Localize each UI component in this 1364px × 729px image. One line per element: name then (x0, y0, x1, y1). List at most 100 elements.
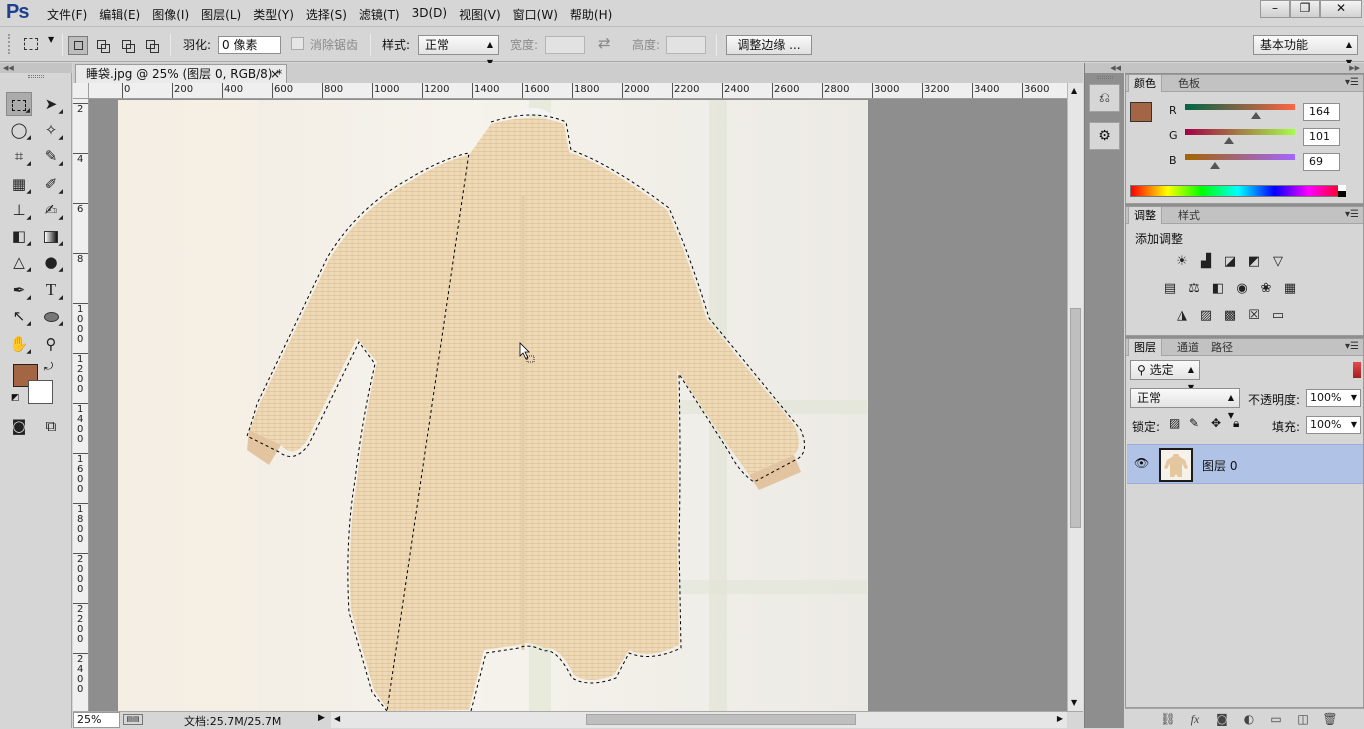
height-input[interactable] (666, 36, 706, 54)
rectangular-marquee-tool[interactable]: ◢ (6, 92, 32, 116)
screen-mode-button[interactable]: ⧉ (38, 414, 64, 438)
adjustment-layer-icon[interactable]: ◐ (1240, 711, 1258, 727)
document-tab[interactable]: 睡袋.jpg @ 25% (图层 0, RGB/8) * × (75, 64, 287, 83)
blur-tool[interactable]: △ ◢ (6, 250, 32, 274)
eraser-tool[interactable]: ◧ ◢ (6, 224, 32, 248)
blend-mode-select[interactable]: 正常 ▲ ▼ (1130, 388, 1240, 420)
chevron-down-icon[interactable]: ▼ (1351, 417, 1357, 433)
horizontal-scrollbar[interactable]: ◀ ▶ (331, 712, 1067, 728)
properties-panel-button[interactable]: ⚙ (1089, 122, 1120, 150)
posterize-icon[interactable]: ▨ (1197, 307, 1215, 325)
type-tool[interactable]: T ◢ (38, 278, 64, 302)
hue-saturation-icon[interactable]: ▤ (1161, 280, 1179, 298)
gradient-tool[interactable]: ◢ (38, 224, 64, 248)
spectrum-black-swatch[interactable] (1338, 191, 1346, 197)
ellipse-tool[interactable]: ◢ (38, 304, 64, 328)
vertical-ruler[interactable]: 2 4 6 8 1 0 0 0 1 2 0 0 1 4 0 0 1 6 0 0 1 8 0 0 2… (73, 99, 89, 711)
ruler-origin[interactable] (73, 83, 89, 99)
green-slider-knob[interactable] (1223, 137, 1234, 144)
feather-input[interactable]: 0 像素 (218, 36, 281, 54)
restore-button[interactable]: ❐ (1290, 0, 1320, 18)
horizontal-ruler[interactable]: 0 200 400 600 800 1000 1200 1400 1600 1800 2000 220… (89, 83, 1067, 99)
menu-edit[interactable]: 编辑(E) (94, 6, 145, 23)
lasso-tool[interactable]: ◯ ◢ (6, 118, 32, 142)
chevron-down-icon[interactable]: ▼ (1351, 390, 1357, 406)
vibrance-icon[interactable]: ▽ (1269, 253, 1287, 271)
selective-color-icon[interactable]: ☒ (1245, 307, 1263, 325)
canvas-viewport[interactable] (89, 100, 1067, 711)
menu-view[interactable]: 视图(V) (454, 6, 506, 23)
invert-icon[interactable]: ◮ (1173, 307, 1191, 325)
lock-position-icon[interactable]: ✥ (1211, 416, 1221, 430)
brightness-contrast-icon[interactable]: ☀ (1173, 253, 1191, 271)
scroll-down-icon[interactable]: ▼ (1071, 698, 1077, 707)
tab-layers[interactable]: 图层 (1128, 339, 1162, 356)
menu-help[interactable]: 帮助(H) (565, 6, 617, 23)
intersect-selection-button[interactable] (142, 36, 162, 55)
red-slider-knob[interactable] (1250, 112, 1261, 119)
minimize-button[interactable]: – (1260, 0, 1290, 18)
new-layer-icon[interactable]: ◫ (1294, 711, 1312, 727)
history-panel-button[interactable]: ⎌ (1089, 84, 1120, 112)
tab-styles[interactable]: 样式 (1173, 207, 1205, 224)
scroll-right-icon[interactable]: ▶ (1057, 714, 1063, 723)
layer-row[interactable]: 👁︎ 图层 0 (1127, 444, 1363, 484)
color-balance-icon[interactable]: ⚖ (1185, 280, 1203, 298)
magic-wand-tool[interactable]: ✧ ◢ (38, 118, 64, 142)
add-selection-button[interactable] (93, 36, 113, 55)
menu-filter[interactable]: 滤镜(T) (354, 6, 405, 23)
green-slider[interactable] (1185, 129, 1295, 135)
color-lookup-icon[interactable]: ▦ (1281, 280, 1299, 298)
menu-image[interactable]: 图像(I) (147, 6, 194, 23)
layer-thumbnail[interactable] (1159, 448, 1193, 482)
close-tab-icon[interactable]: × (270, 65, 280, 83)
status-menu-arrow-icon[interactable]: ▶ (318, 713, 325, 723)
tab-color[interactable]: 颜色 (1128, 75, 1162, 92)
subtract-selection-button[interactable] (118, 36, 138, 55)
tab-paths[interactable]: 路径 (1206, 339, 1238, 356)
default-colors-icon[interactable]: ◩ (11, 393, 20, 403)
healing-brush-tool[interactable]: ▦ ◢ (6, 172, 32, 196)
menu-window[interactable]: 窗口(W) (508, 6, 563, 23)
quick-mask-button[interactable]: ◙ (6, 414, 32, 438)
refine-edge-button[interactable]: 调整边缘 ... (726, 35, 812, 55)
delete-layer-icon[interactable]: 🗑︎ (1321, 711, 1339, 727)
opacity-input[interactable]: 100% ▼ (1306, 389, 1361, 407)
move-tool[interactable]: ➤ ◢ (38, 92, 64, 116)
lock-all-icon[interactable]: 🔒︎ (1233, 416, 1239, 431)
crop-tool[interactable]: ⌗ ◢ (6, 144, 32, 168)
lock-transparent-icon[interactable]: ▨ (1169, 416, 1180, 430)
fill-input[interactable]: 100% ▼ (1306, 416, 1361, 434)
background-color-swatch[interactable] (28, 380, 53, 404)
tab-swatches[interactable]: 色板 (1173, 75, 1205, 92)
antialias-checkbox[interactable] (291, 37, 304, 50)
scroll-left-icon[interactable]: ◀ (334, 714, 340, 723)
close-button[interactable]: ✕ (1320, 0, 1362, 18)
red-value-input[interactable]: 164 (1303, 103, 1340, 121)
swap-colors-icon[interactable]: ⤾ (44, 360, 53, 374)
panel-menu-icon[interactable]: ▾☰ (1345, 341, 1359, 352)
curves-icon[interactable]: ◪ (1221, 253, 1239, 271)
path-selection-tool[interactable]: ↖ ◢ (6, 304, 32, 328)
scroll-up-icon[interactable]: ▲ (1071, 86, 1077, 95)
swap-dimensions-icon[interactable]: ⇄ (598, 34, 611, 52)
clone-stamp-tool[interactable]: ⊥ ◢ (6, 198, 32, 222)
levels-icon[interactable]: ▟ (1197, 253, 1215, 271)
layer-style-icon[interactable]: fx (1186, 711, 1204, 727)
canvas-image[interactable] (89, 100, 1067, 711)
blue-slider[interactable] (1185, 154, 1295, 160)
color-panel-foreground-swatch[interactable] (1130, 102, 1152, 122)
preset-dropdown-arrow-icon[interactable]: ▼ (48, 35, 54, 44)
layer-filter-select[interactable]: ⚲ 选定▲▼ (1130, 360, 1200, 392)
marquee-preset-icon[interactable] (24, 38, 38, 50)
black-white-icon[interactable]: ◧ (1209, 280, 1227, 298)
menu-3d[interactable]: 3D(D) (407, 6, 452, 23)
add-mask-icon[interactable]: ◙ (1213, 711, 1231, 727)
history-brush-tool[interactable]: ✍ ◢ (38, 198, 64, 222)
threshold-icon[interactable]: ▩ (1221, 307, 1239, 325)
menu-layer[interactable]: 图层(L) (196, 6, 246, 23)
red-slider[interactable] (1185, 104, 1295, 110)
layer-name[interactable]: 图层 0 (1202, 457, 1237, 474)
style-select[interactable]: 正常▲▼ (418, 35, 499, 67)
hand-tool[interactable]: ✋ ◢ (6, 332, 32, 356)
